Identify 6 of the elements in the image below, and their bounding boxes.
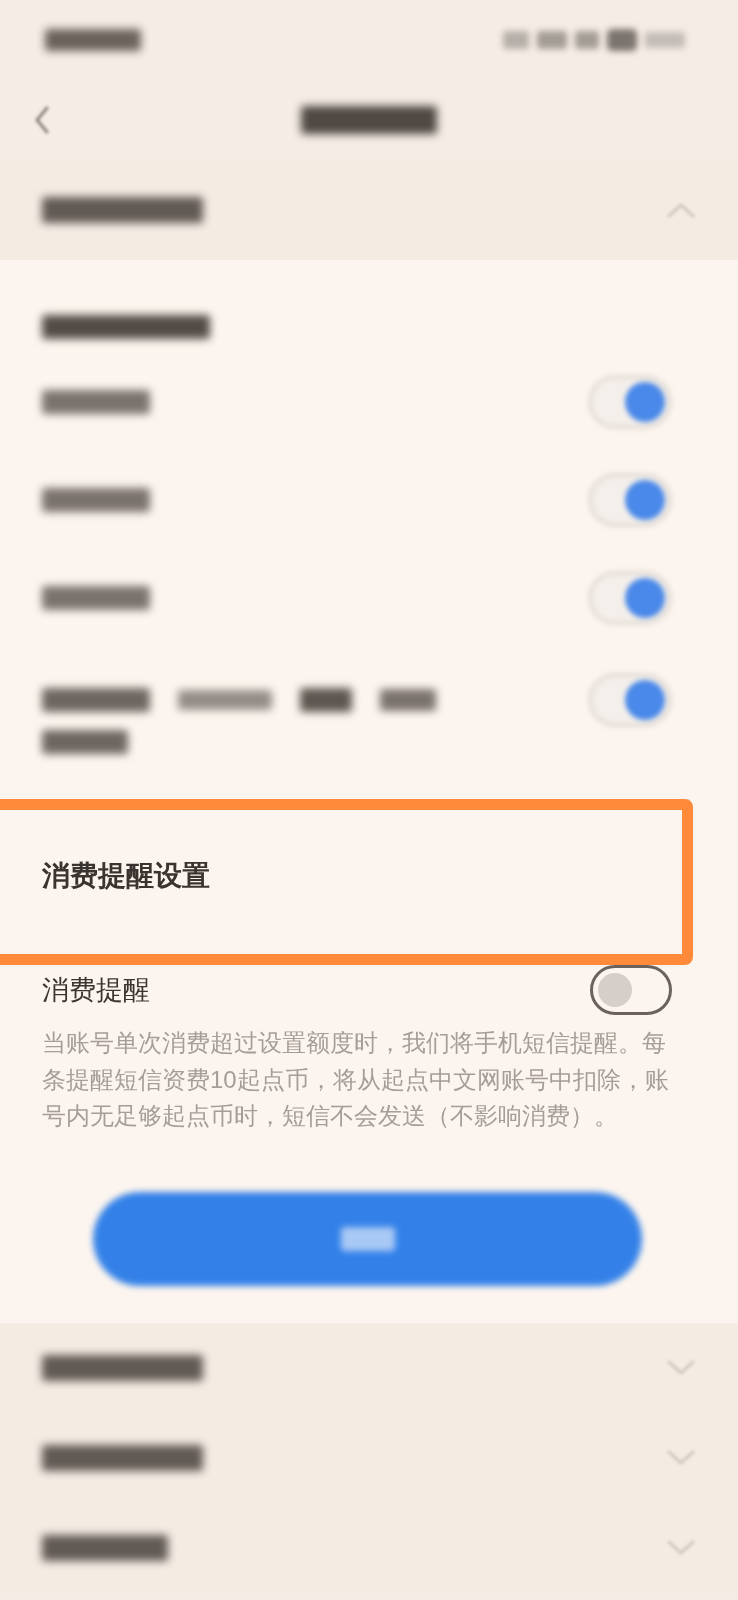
- toggle-switch[interactable]: [590, 965, 672, 1015]
- description-text: 当账号单次消费超过设置额度时，我们将手机短信提醒。每条提醒短信资费10起点币，将从起点中文网账号中扣除，账号内无足够起点币时，短信不会发送（不影响消费）。: [42, 1028, 670, 1131]
- section-title: 消费提醒设置: [42, 859, 210, 893]
- primary-button[interactable]: [93, 1191, 642, 1286]
- back-icon[interactable]: [33, 105, 51, 135]
- switch-label: 消费提醒: [42, 974, 150, 1007]
